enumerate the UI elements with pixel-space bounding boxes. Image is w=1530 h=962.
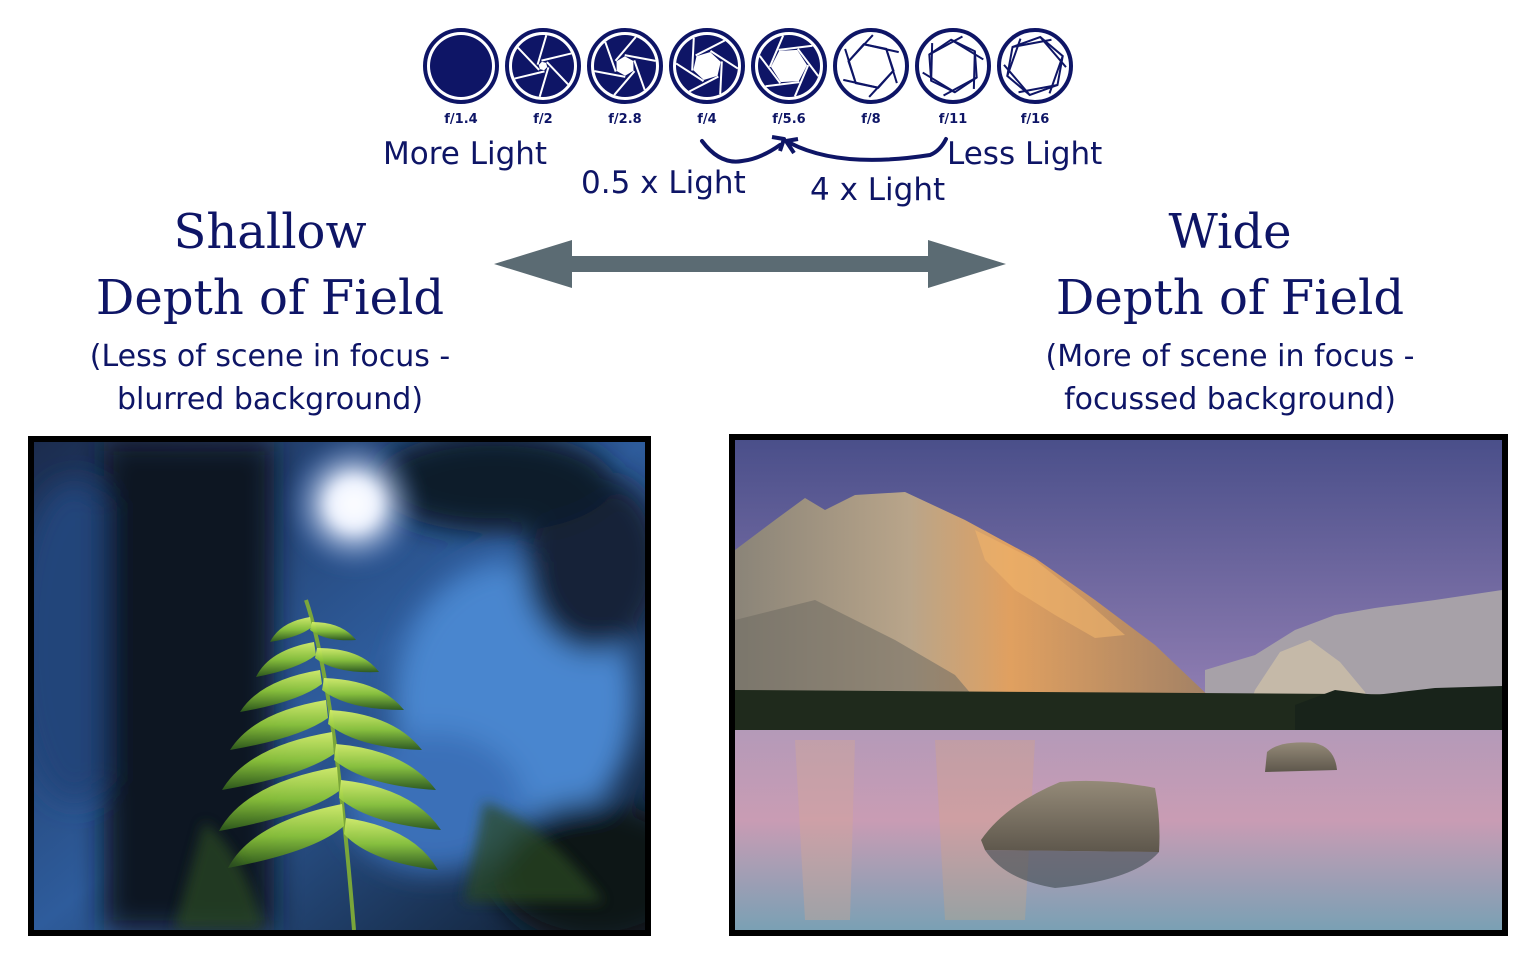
shallow-title-line1: Shallow [173, 204, 367, 260]
aperture-icon [751, 28, 827, 104]
aperture-icon [915, 28, 991, 104]
lake-landscape-image [735, 440, 1502, 930]
fstop-label: f/1.4 [444, 112, 478, 127]
double-arrow-icon [494, 240, 1006, 288]
fstop-label: f/2.8 [608, 112, 642, 127]
aperture-icon [505, 28, 581, 104]
aperture-icon [997, 28, 1073, 104]
less-light-label: Less Light [947, 136, 1103, 172]
shallow-subtitle-line1: (Less of scene in focus - [89, 339, 451, 374]
aperture-icon [833, 28, 909, 104]
aperture-icon [587, 28, 663, 104]
aperture-icon [423, 28, 499, 104]
aperture-icon [669, 28, 745, 104]
wide-dof-photo [729, 434, 1508, 936]
curved-arrow-icon [700, 135, 948, 164]
shallow-title-line2: Depth of Field [95, 270, 445, 326]
shallow-subtitle-line2: blurred background) [116, 382, 424, 417]
fstop-label: f/2 [533, 112, 553, 127]
more-light-label: More Light [383, 136, 548, 172]
shallow-dof-photo [28, 436, 651, 936]
wide-title-line1: Wide [1168, 204, 1292, 260]
wide-subtitle-line1: (More of scene in focus - [1045, 339, 1415, 374]
wide-subtitle-line2: focussed background) [1064, 382, 1396, 417]
fern-image [34, 442, 645, 930]
fstop-label: f/16 [1020, 112, 1050, 127]
four-light-label: 4 x Light [810, 172, 946, 208]
wide-title-line2: Depth of Field [1055, 270, 1405, 326]
aperture-scale [423, 28, 1073, 104]
